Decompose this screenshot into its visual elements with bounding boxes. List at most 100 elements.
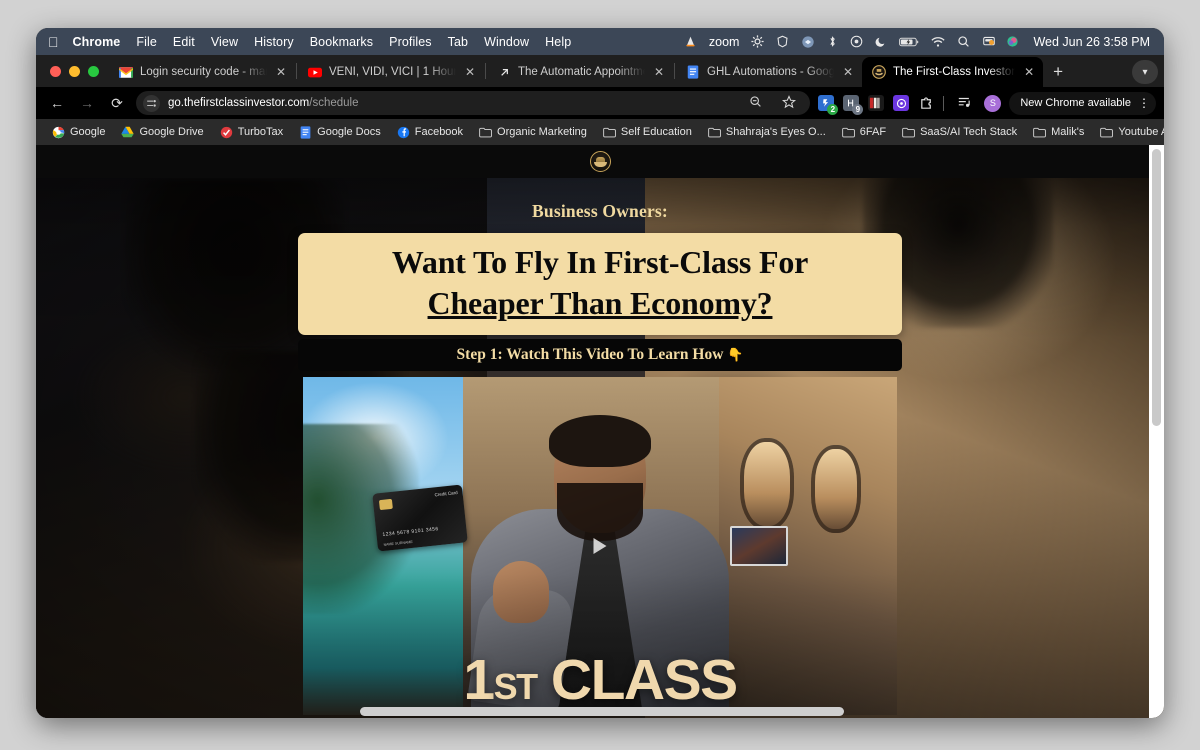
apple-menu-icon[interactable]: 	[48, 35, 59, 49]
bookmark-google[interactable]: Google	[44, 121, 113, 143]
zoom-out-icon[interactable]	[744, 95, 766, 111]
menu-item-view[interactable]: View	[211, 35, 238, 49]
maximize-window-button[interactable]	[88, 65, 99, 77]
menu-item-bookmarks[interactable]: Bookmarks	[310, 35, 373, 49]
step-1-label: Step 1: Watch This Video To Learn How	[456, 345, 724, 363]
omnibox-actions	[744, 94, 802, 112]
url-path: /schedule	[309, 97, 359, 109]
headline-line-2: Cheaper Than Economy?	[427, 284, 773, 321]
google-docs-icon	[299, 125, 312, 139]
vlc-icon[interactable]	[684, 35, 697, 48]
bookmark-label: TurboTax	[237, 126, 284, 138]
desktop:  Chrome File Edit View History Bookmark…	[0, 0, 1200, 750]
tab-separator	[485, 63, 486, 79]
close-tab-button[interactable]: ✕	[274, 66, 288, 78]
menu-item-chrome[interactable]: Chrome	[73, 35, 121, 49]
spotlight-search-icon[interactable]	[957, 35, 970, 48]
tab-ghl-automations[interactable]: GHL Automations - Google D ✕	[676, 57, 862, 87]
tab-search-chevron-down-icon[interactable]: ▾	[1132, 60, 1158, 84]
extension-icon-purple[interactable]	[893, 95, 910, 111]
folder-icon	[1100, 126, 1114, 139]
menu-item-tab[interactable]: Tab	[448, 35, 468, 49]
site-settings-icon[interactable]	[143, 94, 160, 112]
turbotax-icon	[220, 126, 233, 139]
extensions-puzzle-icon[interactable]	[918, 95, 934, 111]
menu-bar-status-area: zoom Wed Jun 26 3:58 PM	[684, 35, 1154, 49]
menu-item-file[interactable]: File	[136, 35, 157, 49]
extension-icon-gray[interactable]: 9	[843, 95, 864, 115]
chrome-update-button[interactable]: New Chrome available ⋮	[1009, 91, 1156, 115]
bookmark-google-drive[interactable]: Google Drive	[113, 121, 211, 143]
close-tab-button[interactable]: ✕	[1022, 66, 1036, 78]
bookmark-folder-shahrajas-eyes[interactable]: Shahraja's Eyes O...	[700, 121, 834, 143]
close-tab-button[interactable]: ✕	[841, 66, 855, 78]
star-icon[interactable]	[778, 94, 800, 112]
chrome-browser-window:  Chrome File Edit View History Bookmark…	[36, 28, 1164, 718]
headline-box: Want To Fly In First-Class For Cheaper T…	[298, 233, 902, 335]
brave-icon[interactable]	[776, 35, 789, 48]
extension-icon-blue[interactable]: 2	[818, 95, 839, 115]
do-not-disturb-icon[interactable]	[875, 35, 887, 48]
bookmark-folder-6faf[interactable]: 6FAF	[834, 121, 894, 143]
menu-item-edit[interactable]: Edit	[173, 35, 195, 49]
menu-item-window[interactable]: Window	[484, 35, 529, 49]
tab-strip: Login security code - marketi ✕ VENI, VI…	[36, 55, 1164, 87]
bluetooth-icon[interactable]	[827, 35, 838, 48]
vertical-scrollbar[interactable]	[1149, 145, 1164, 718]
screen-record-icon[interactable]	[850, 35, 863, 48]
extension-badge: 2	[827, 104, 839, 115]
facebook-icon	[397, 126, 410, 139]
back-arrow-icon[interactable]: ←	[46, 95, 68, 111]
menu-bar-clock[interactable]: Wed Jun 26 3:58 PM	[1033, 35, 1150, 49]
profile-avatar[interactable]: S	[984, 94, 1002, 112]
bookmark-folder-organic-marketing[interactable]: Organic Marketing	[471, 121, 595, 143]
tab-automatic-appointment[interactable]: The Automatic Appointment F ✕	[487, 57, 673, 87]
zoom-menu-item[interactable]: zoom	[709, 35, 740, 49]
horizontal-scrollbar-thumb[interactable]	[360, 707, 844, 716]
first-class-investor-logo-icon[interactable]	[589, 151, 611, 172]
menu-item-history[interactable]: History	[254, 35, 294, 49]
bookmark-facebook[interactable]: Facebook	[389, 121, 471, 143]
menu-item-profiles[interactable]: Profiles	[389, 35, 431, 49]
bookmark-folder-youtube-automation[interactable]: Youtube Automati...	[1092, 121, 1164, 143]
kebab-menu-icon[interactable]: ⋮	[1138, 97, 1150, 109]
battery-icon[interactable]	[899, 36, 919, 48]
bookmark-turbotax[interactable]: TurboTax	[212, 121, 291, 143]
headline-line-1: Want To Fly In First-Class For	[391, 244, 809, 280]
tab-title: VENI, VIDI, VICI | 1 Hour of Ro	[329, 66, 456, 78]
dropbox-icon[interactable]	[801, 35, 815, 49]
toolbar-divider	[943, 95, 945, 111]
tab-first-class-investor[interactable]: The First-Class Investor ✕	[862, 57, 1044, 87]
reload-icon[interactable]: ⟳	[106, 95, 128, 112]
tab-login-security-code[interactable]: Login security code - marketi ✕	[109, 57, 295, 87]
bookmark-folder-self-education[interactable]: Self Education	[595, 121, 700, 143]
address-bar[interactable]: go.thefirstclassinvestor.com/schedule	[136, 91, 811, 115]
forward-arrow-icon[interactable]: →	[76, 95, 98, 111]
folder-icon	[842, 126, 855, 139]
bookmark-folder-maliks[interactable]: Malik's	[1025, 121, 1092, 143]
bookmark-folder-saas-ai-tech-stack[interactable]: SaaS/AI Tech Stack	[894, 121, 1025, 143]
bookmark-google-docs[interactable]: Google Docs	[291, 121, 389, 143]
wifi-icon[interactable]	[931, 36, 946, 48]
close-window-button[interactable]	[50, 65, 61, 77]
minimize-window-button[interactable]	[69, 65, 80, 77]
google-icon	[52, 126, 65, 139]
close-tab-button[interactable]: ✕	[463, 66, 477, 78]
new-tab-button[interactable]: +	[1043, 57, 1073, 87]
extension-icons: 2 9 S	[818, 94, 1002, 115]
close-tab-button[interactable]: ✕	[652, 66, 666, 78]
video-overlay-title: 1ST CLASS	[303, 651, 897, 709]
vertical-scrollbar-thumb[interactable]	[1152, 149, 1161, 426]
settings-gear-icon[interactable]	[751, 35, 765, 48]
control-center-icon[interactable]	[982, 35, 996, 48]
reading-list-icon[interactable]	[953, 95, 975, 112]
play-icon[interactable]	[593, 537, 607, 554]
menu-item-help[interactable]: Help	[545, 35, 571, 49]
title-part-class: CLASS	[536, 647, 738, 712]
horizontal-scrollbar[interactable]	[36, 704, 1149, 718]
tab-veni-vidi-vici[interactable]: VENI, VIDI, VICI | 1 Hour of Ro ✕	[298, 57, 484, 87]
siri-icon[interactable]	[1006, 35, 1019, 48]
title-part-1: 1	[463, 647, 495, 712]
extension-icon-red[interactable]	[868, 95, 885, 111]
video-player[interactable]: Credit Card 1234 5678 9101 3456 NAME SUR…	[303, 376, 897, 715]
